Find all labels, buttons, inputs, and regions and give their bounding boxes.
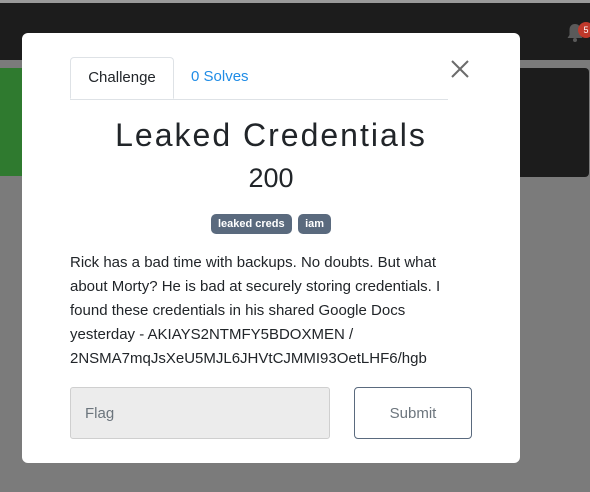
tab-challenge[interactable]: Challenge	[70, 57, 174, 99]
tag-leaked-creds: leaked creds	[210, 214, 292, 234]
close-icon[interactable]	[450, 59, 470, 79]
tag-list: leaked creds iam	[22, 214, 520, 234]
notification-badge[interactable]: 5	[578, 22, 590, 38]
submit-button[interactable]: Submit	[354, 387, 472, 439]
modal-tabs: Challenge 0 Solves	[70, 57, 448, 100]
challenge-description: Rick has a bad time with backups. No dou…	[70, 251, 470, 371]
tab-solves[interactable]: 0 Solves	[175, 57, 265, 97]
challenge-title: Leaked Credentials	[115, 117, 427, 153]
challenge-points: 200	[248, 163, 294, 193]
tag-iam: iam	[298, 214, 332, 234]
description-text: Rick has a bad time with backups. No dou…	[70, 254, 441, 367]
challenge-modal: Challenge 0 Solves Leaked Credentials 20…	[22, 33, 520, 463]
flag-input[interactable]	[70, 387, 330, 439]
